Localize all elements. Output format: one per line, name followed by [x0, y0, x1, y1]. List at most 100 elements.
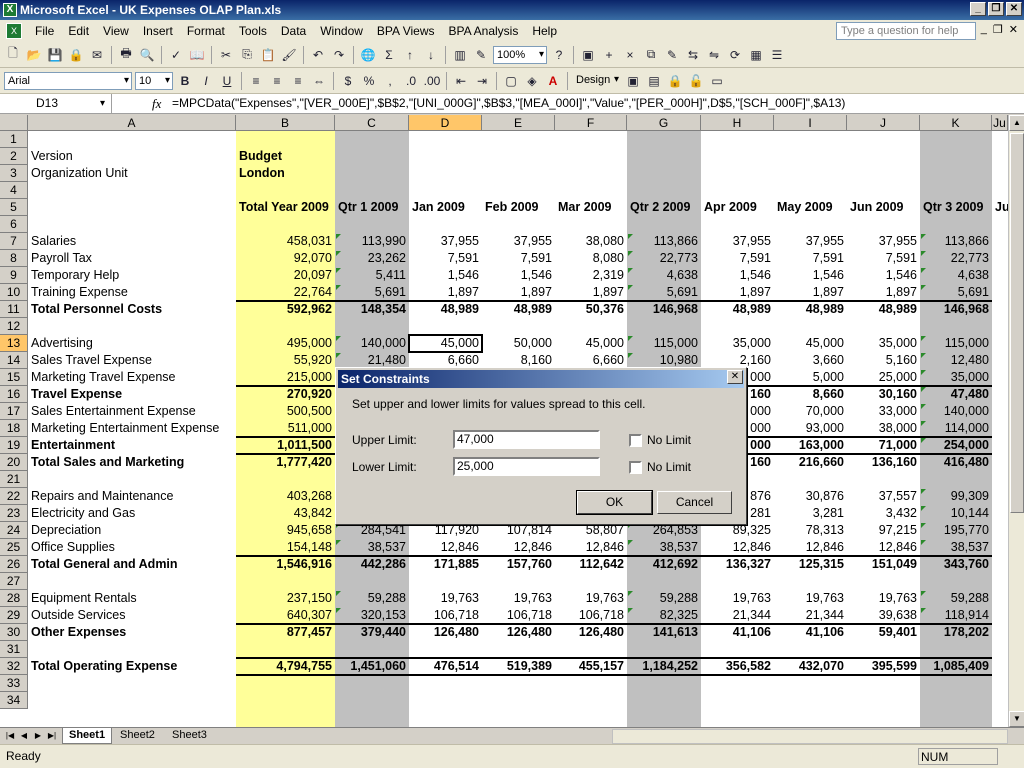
row-header-21[interactable]: 21 [0, 471, 28, 488]
bold-icon[interactable]: B [176, 72, 194, 90]
merge-center-icon[interactable]: ⇔ [310, 72, 328, 90]
value-cell[interactable]: 78,313 [774, 522, 847, 539]
email-icon[interactable]: ✉ [88, 46, 106, 64]
value-cell[interactable]: 412,692 [627, 556, 701, 573]
value-cell[interactable]: 35,000 [847, 335, 920, 352]
scroll-thumb[interactable] [1010, 133, 1024, 513]
value-cell[interactable]: 195,770 [920, 522, 992, 539]
period-header[interactable]: Jan 2009 [409, 199, 482, 216]
bpa-refresh-icon[interactable]: ⟳ [726, 46, 744, 64]
row-header-7[interactable]: 7 [0, 233, 28, 250]
scroll-up-icon[interactable]: ▲ [1009, 115, 1024, 131]
value-cell[interactable]: 113,866 [920, 233, 992, 250]
value-cell[interactable]: 112,642 [555, 556, 627, 573]
value-cell[interactable]: 141,613 [627, 624, 701, 641]
row-label[interactable]: Salaries [28, 233, 236, 250]
excel-app-icon[interactable]: X [3, 3, 17, 17]
value-cell[interactable]: 1,897 [774, 284, 847, 301]
last-sheet-icon[interactable]: ▶| [46, 729, 58, 743]
row-label[interactable]: Sales Travel Expense [28, 352, 236, 369]
sort-descending-icon[interactable]: ↓ [422, 46, 440, 64]
value-cell[interactable]: 106,718 [409, 607, 482, 624]
row-header-14[interactable]: 14 [0, 352, 28, 369]
column-header-f[interactable]: F [555, 115, 627, 131]
value-cell[interactable]: 12,846 [482, 539, 555, 556]
row-label[interactable]: Marketing Entertainment Expense [28, 420, 236, 437]
value-cell[interactable]: 1,546 [847, 267, 920, 284]
cancel-button[interactable]: Cancel [657, 491, 732, 514]
value-cell[interactable]: 50,376 [555, 301, 627, 318]
period-header[interactable]: Qtr 1 2009 [335, 199, 409, 216]
bpa-edit-icon[interactable]: ✎ [663, 46, 681, 64]
value-cell[interactable]: 19,763 [409, 590, 482, 607]
value-cell[interactable]: 1,011,500 [236, 437, 335, 454]
ok-button[interactable]: OK [576, 490, 653, 515]
row-label[interactable]: Equipment Rentals [28, 590, 236, 607]
value-cell[interactable]: 1,546,916 [236, 556, 335, 573]
value-cell[interactable]: 495,000 [236, 335, 335, 352]
value-cell[interactable]: 4,794,755 [236, 658, 335, 675]
value-cell[interactable]: 115,000 [920, 335, 992, 352]
row-header-6[interactable]: 6 [0, 216, 28, 233]
value-cell[interactable]: 23,262 [335, 250, 409, 267]
value-cell[interactable]: 592,962 [236, 301, 335, 318]
value-cell[interactable]: 45,000 [555, 335, 627, 352]
value-cell[interactable]: 106,718 [555, 607, 627, 624]
workbook-restore-icon[interactable]: ❐ [993, 23, 1003, 36]
dialog-close-icon[interactable]: ✕ [727, 370, 743, 384]
row-header-32[interactable]: 32 [0, 658, 28, 675]
value-cell[interactable]: 877,457 [236, 624, 335, 641]
column-header-h[interactable]: H [701, 115, 774, 131]
permission-icon[interactable]: 🔒 [67, 46, 85, 64]
value-cell[interactable]: 12,846 [555, 539, 627, 556]
dialog-title[interactable]: Set Constraints [338, 370, 744, 388]
research-icon[interactable]: 📖 [188, 46, 206, 64]
row-label[interactable]: Electricity and Gas [28, 505, 236, 522]
design-mode-icon[interactable]: ▣ [624, 72, 642, 90]
row-label[interactable]: Advertising [28, 335, 236, 352]
spelling-icon[interactable]: ✓ [167, 46, 185, 64]
prev-sheet-icon[interactable]: ◀ [18, 729, 30, 743]
value-cell[interactable]: 97,215 [847, 522, 920, 539]
value-cell[interactable]: 4,638 [627, 267, 701, 284]
row-header-12[interactable]: 12 [0, 318, 28, 335]
value-cell[interactable]: 70,000 [774, 403, 847, 420]
value-cell[interactable]: 45,000 [774, 335, 847, 352]
value-cell[interactable]: 136,327 [701, 556, 774, 573]
row-label[interactable]: Sales Entertainment Expense [28, 403, 236, 420]
value-cell[interactable]: 106,718 [482, 607, 555, 624]
menu-format[interactable]: Format [180, 24, 232, 38]
value-cell[interactable]: 519,389 [482, 658, 555, 675]
value-cell[interactable]: 5,691 [627, 284, 701, 301]
value-cell[interactable]: 59,288 [920, 590, 992, 607]
value-cell[interactable]: 1,897 [409, 284, 482, 301]
value-cell[interactable]: 48,989 [847, 301, 920, 318]
row-header-4[interactable]: 4 [0, 182, 28, 199]
value-cell[interactable]: 945,658 [236, 522, 335, 539]
menu-data[interactable]: Data [274, 24, 313, 38]
chart-wizard-icon[interactable]: ▥ [451, 46, 469, 64]
increase-indent-icon[interactable]: ⇥ [473, 72, 491, 90]
row-header-26[interactable]: 26 [0, 556, 28, 573]
value-cell[interactable]: 19,763 [701, 590, 774, 607]
row-header-11[interactable]: 11 [0, 301, 28, 318]
minimize-icon[interactable]: _ [970, 2, 986, 16]
row-header-8[interactable]: 8 [0, 250, 28, 267]
value-cell[interactable]: 500,500 [236, 403, 335, 420]
value-cell[interactable]: 5,160 [847, 352, 920, 369]
menu-help[interactable]: Help [525, 24, 564, 38]
formula-input[interactable]: =MPCData("Expenses","[VER_000E]",$B$2,"[… [172, 94, 1022, 113]
value-cell[interactable]: 178,202 [920, 624, 992, 641]
value-cell[interactable]: 140,000 [335, 335, 409, 352]
design-dropdown[interactable]: Design [573, 71, 621, 90]
paste-icon[interactable]: 📋 [259, 46, 277, 64]
value-cell[interactable]: 22,764 [236, 284, 335, 301]
value-cell[interactable]: 343,760 [920, 556, 992, 573]
column-header-d[interactable]: D [409, 115, 482, 131]
sort-ascending-icon[interactable]: ↑ [401, 46, 419, 64]
upper-no-limit-checkbox[interactable] [629, 434, 642, 447]
sheet-tab-sheet3[interactable]: Sheet3 [166, 728, 213, 744]
value-cell[interactable]: 19,763 [482, 590, 555, 607]
value-cell[interactable]: 48,989 [774, 301, 847, 318]
hyperlink-icon[interactable]: 🌐 [359, 46, 377, 64]
